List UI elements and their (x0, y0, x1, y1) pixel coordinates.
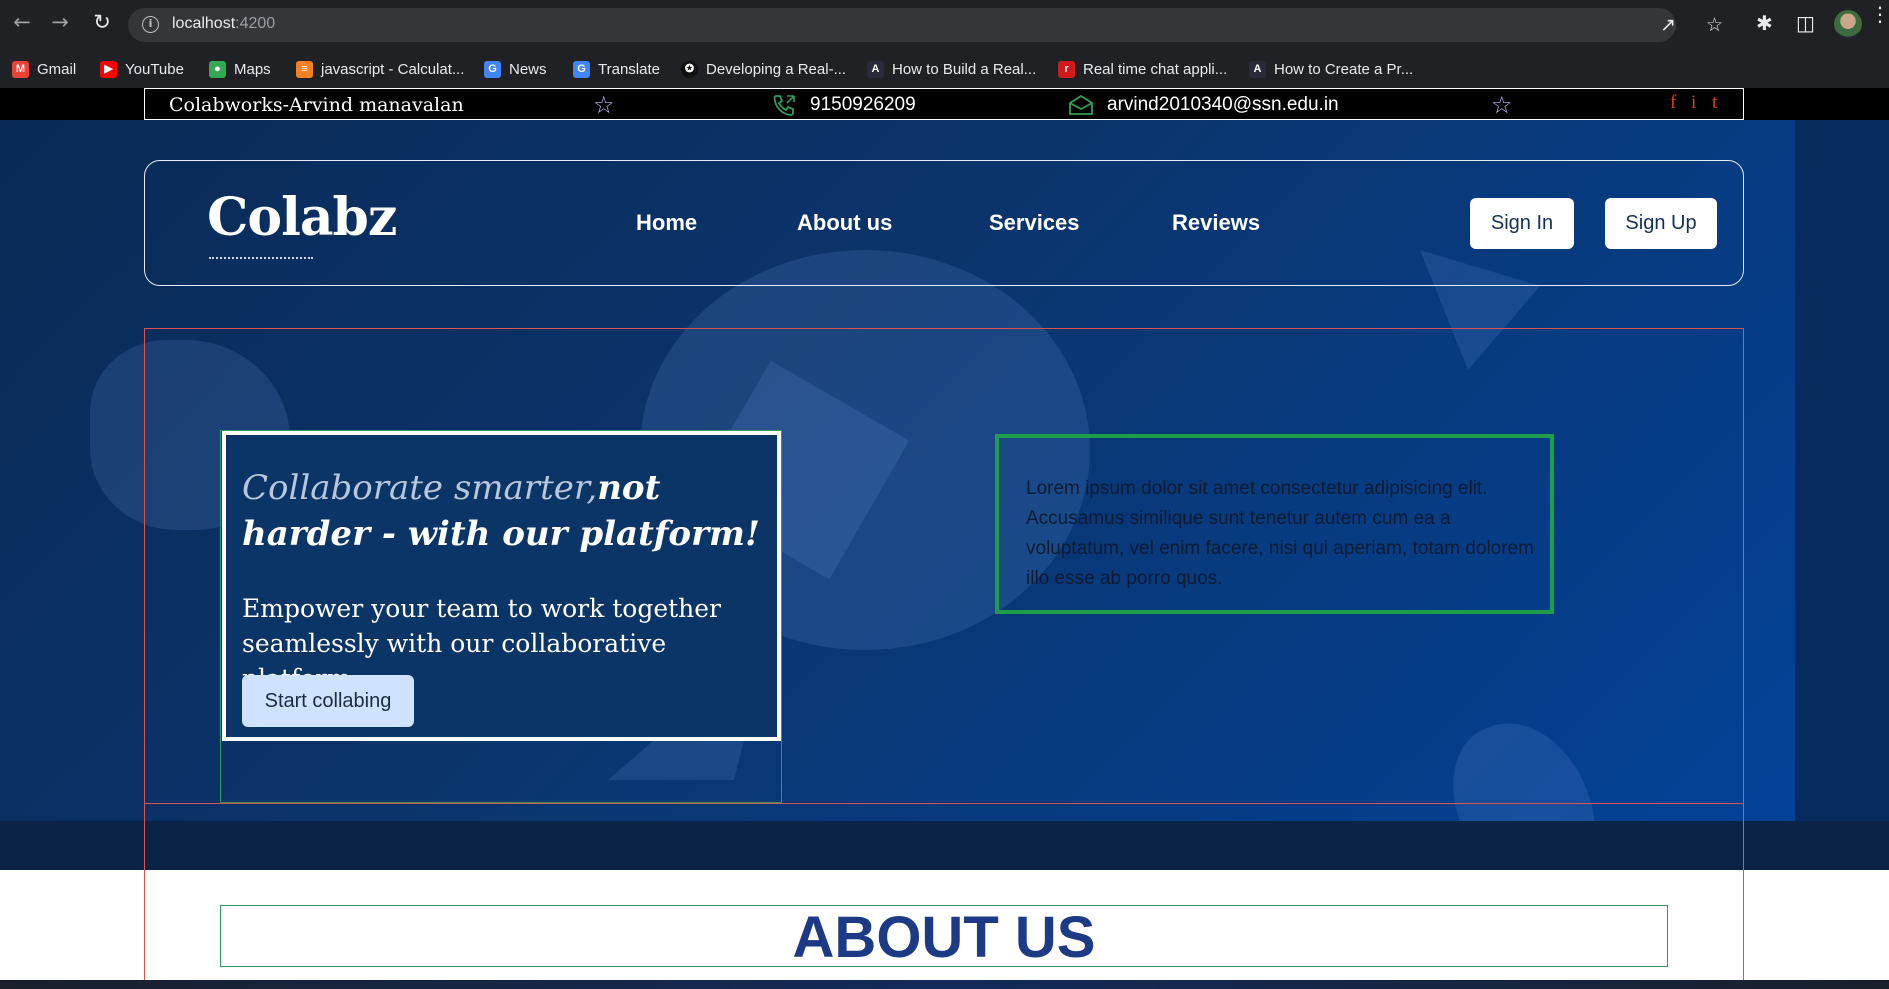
bookmarks-bar: M Gmail ▶ YouTube ● Maps ≡ javascript - Calc… (0, 50, 1889, 88)
bookmark-star-icon[interactable]: ☆ (1706, 14, 1723, 36)
translate-icon: G (573, 60, 590, 78)
bookmark-item[interactable]: A How to Build a Real... (867, 59, 1036, 79)
nav-about-us[interactable]: About us (797, 210, 892, 236)
bookmark-item[interactable]: ≡ javascript - Calculat... (296, 59, 464, 79)
start-collabing-button[interactable]: Start collabing (242, 675, 414, 727)
menu-icon[interactable]: ⋮ (1870, 4, 1889, 24)
medium-icon: ✪ (681, 60, 698, 78)
contact-bar: Colabworks-Arvind manavalan ☆ 9150926209… (0, 88, 1889, 120)
gmail-icon: M (12, 60, 29, 78)
profile-avatar[interactable] (1834, 10, 1862, 38)
web-page: Colabworks-Arvind manavalan ☆ 9150926209… (0, 88, 1889, 989)
bookmark-red-icon: r (1058, 60, 1075, 78)
hero-headline-light: Collaborate smarter, (242, 468, 598, 508)
extensions-icon[interactable]: ✱ (1756, 11, 1773, 35)
side-panel-icon[interactable]: ◫ (1796, 11, 1815, 35)
hero-description-box: Lorem ipsum dolor sit amet consectetur a… (995, 434, 1554, 614)
url-text[interactable]: localhost:4200 (172, 15, 275, 33)
page-bottom-edge (0, 980, 1889, 989)
nav-services[interactable]: Services (989, 210, 1080, 236)
bookmark-item[interactable]: r Real time chat appli... (1058, 59, 1227, 79)
youtube-icon: ▶ (100, 60, 117, 78)
forward-icon[interactable]: → (48, 10, 72, 34)
instagram-icon[interactable]: i (1691, 92, 1696, 114)
star-icon: ☆ (593, 91, 615, 119)
phone-icon (773, 95, 795, 116)
bookmark-item[interactable]: G Translate (573, 59, 660, 79)
logo-tagline-decoration (209, 256, 313, 259)
address-bar[interactable]: i localhost:4200 ↗ ☆ (128, 8, 1723, 42)
bookmark-item[interactable]: G News (484, 59, 547, 79)
about-heading-box: ABOUT US (220, 905, 1668, 970)
bookmark-item[interactable]: ▶ YouTube (100, 59, 184, 79)
hero-description: Lorem ipsum dolor sit amet consectetur a… (1026, 478, 1534, 589)
about-title: ABOUT US (792, 905, 1096, 970)
nav-home[interactable]: Home (636, 210, 697, 236)
email-address[interactable]: arvind2010340@ssn.edu.in (1107, 94, 1339, 116)
stackoverflow-icon: ≡ (296, 60, 313, 78)
maps-icon: ● (209, 60, 226, 78)
bookmark-item[interactable]: A How to Create a Pr... (1249, 59, 1413, 79)
brand-text: Colabworks-Arvind manavalan (169, 94, 464, 116)
reload-icon[interactable]: ↻ (90, 10, 114, 34)
site-info-icon[interactable]: i (142, 16, 159, 33)
content-divider (144, 803, 1744, 804)
site-logo[interactable]: Colabz (207, 187, 397, 248)
bookmark-item[interactable]: ✪ Developing a Real-... (681, 59, 846, 79)
back-icon[interactable]: ← (10, 10, 34, 34)
browser-toolbar: ← → ↻ i localhost:4200 ↗ ☆ ✱ ◫ ⋮ (0, 0, 1889, 50)
mail-icon (1069, 95, 1093, 115)
sign-in-button[interactable]: Sign In (1470, 198, 1574, 249)
nav-reviews[interactable]: Reviews (1172, 210, 1260, 236)
star-icon: ☆ (1491, 91, 1513, 119)
contact-bar-frame: Colabworks-Arvind manavalan ☆ 9150926209… (144, 88, 1744, 120)
angular-icon: A (1249, 60, 1266, 78)
hero-edge (1795, 120, 1889, 870)
phone-number[interactable]: 9150926209 (810, 94, 916, 116)
sign-up-button[interactable]: Sign Up (1605, 198, 1717, 249)
share-icon[interactable]: ↗ (1660, 14, 1676, 36)
angular-icon: A (867, 60, 884, 78)
hero-headline: Collaborate smarter,not harder - with ou… (242, 465, 772, 557)
bookmark-item[interactable]: ● Maps (209, 59, 271, 79)
main-navbar: Colabz Home About us Services Reviews Si… (144, 160, 1744, 286)
bookmark-item[interactable]: M Gmail (12, 59, 76, 79)
news-icon: G (484, 60, 501, 78)
hero-card: Collaborate smarter,not harder - with ou… (222, 431, 781, 741)
facebook-icon[interactable]: f (1670, 92, 1676, 114)
twitter-icon[interactable]: t (1712, 92, 1717, 114)
